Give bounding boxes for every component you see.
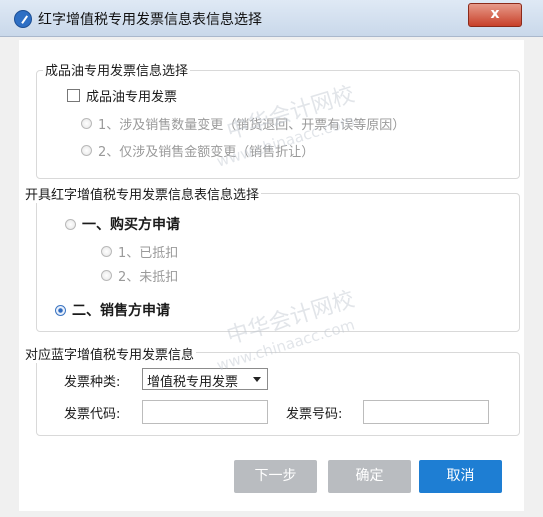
window-title: 红字增值税专用发票信息表信息选择 [38,12,262,28]
checkbox-label: 成品油专用发票 [86,90,178,105]
oil-group-legend: 成品油专用发票信息选择 [43,60,191,79]
checkbox-box[interactable] [67,89,80,102]
radio-icon[interactable] [81,118,92,129]
radio-icon[interactable] [101,270,112,281]
radio-icon[interactable] [101,246,112,257]
invoice-type-select[interactable]: 增值税专用发票 [142,368,268,390]
oil-option-1-label: 1、涉及销售数量变更（销货退回、开票有误等原因） [98,118,406,133]
dropdown-arrow-icon[interactable] [253,377,261,382]
radio-icon[interactable] [65,218,76,230]
buyer-apply-radio[interactable]: 一、购买方申请 [65,214,180,234]
oil-option-2[interactable]: 2、仅涉及销售金额变更（销售折让） [81,141,314,160]
invoice-code-label: 发票代码: [64,407,121,422]
close-button[interactable]: x [468,3,522,27]
dialog-body: 成品油专用发票信息选择 成品油专用发票 1、涉及销售数量变更（销货退回、开票有误… [19,40,524,511]
invoice-code-input[interactable] [142,400,268,424]
buyer-not-deducted-radio[interactable]: 2、未抵扣 [101,266,178,285]
radio-icon[interactable] [81,145,92,156]
oil-invoice-checkbox[interactable]: 成品油专用发票 [67,86,177,105]
invoice-number-input[interactable] [363,400,489,424]
oil-option-1[interactable]: 1、涉及销售数量变更（销货退回、开票有误等原因） [81,114,405,133]
radio-selected-icon[interactable] [55,304,66,316]
next-button[interactable]: 下一步 [234,460,317,493]
title-bar: 红字增值税专用发票信息表信息选择 x [0,0,543,37]
app-icon [14,10,32,28]
cancel-button[interactable]: 取消 [419,460,502,493]
seller-apply-label: 二、销售方申请 [72,303,170,319]
invoice-type-value: 增值税专用发票 [147,375,239,390]
oil-option-2-label: 2、仅涉及销售金额变更（销售折让） [98,145,315,160]
red-group-legend: 开具红字增值税专用发票信息表信息选择 [23,184,262,203]
ok-button[interactable]: 确定 [328,460,411,493]
invoice-number-label: 发票号码: [286,407,343,422]
buyer-deducted-radio[interactable]: 1、已抵扣 [101,242,178,261]
invoice-type-label: 发票种类: [64,375,121,390]
blue-group-legend: 对应蓝字增值税专用发票信息 [23,344,197,363]
buyer-not-deducted-label: 2、未抵扣 [118,270,179,285]
buyer-deducted-label: 1、已抵扣 [118,246,179,261]
buyer-apply-label: 一、购买方申请 [82,217,180,233]
seller-apply-radio[interactable]: 二、销售方申请 [55,300,170,320]
